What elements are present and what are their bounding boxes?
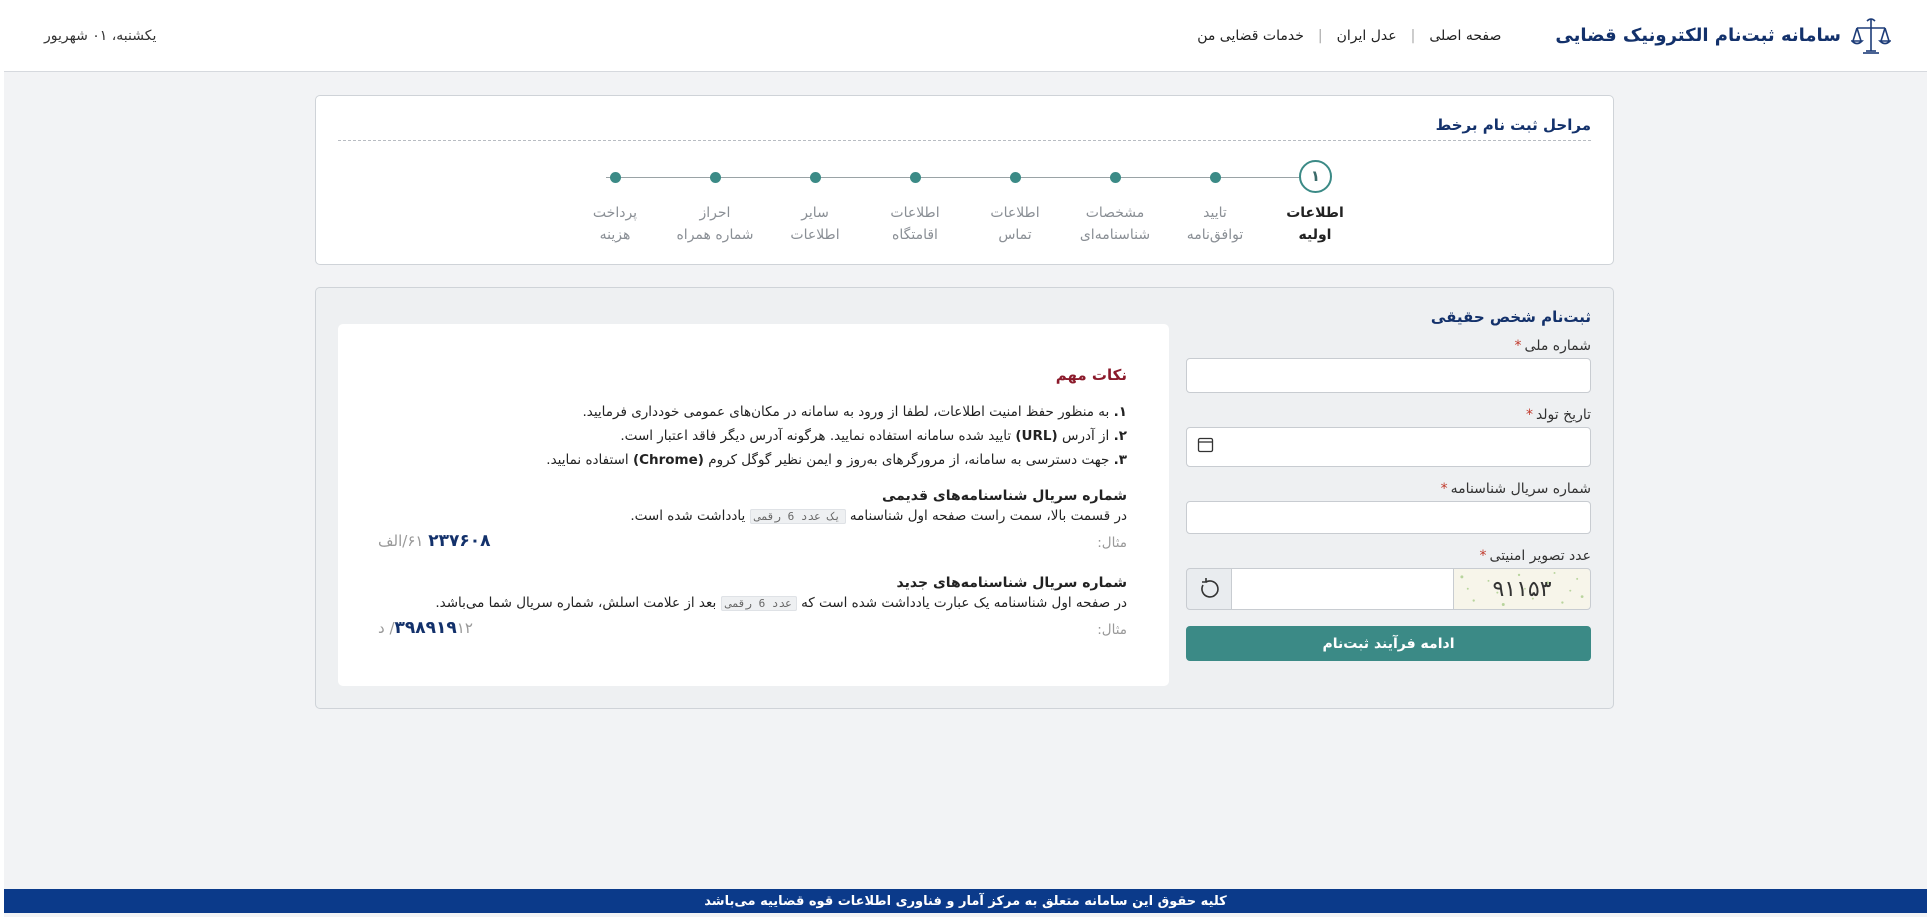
new-serial-example-value: ۳۹۸۹۱۹۱۲/ د [378, 618, 473, 638]
notes-list: ۱. به منظور حفظ امنیت اطلاعات، لطفا از و… [546, 400, 1127, 472]
national-id-input[interactable] [1186, 358, 1591, 393]
nav-adl-iran[interactable]: عدل ایران [1323, 28, 1411, 44]
national-id-label: شماره ملی* [1514, 338, 1591, 354]
captcha-input[interactable] [1232, 568, 1453, 610]
note-item: ۲. از آدرس (URL) تایید شده سامانه استفاد… [620, 428, 1127, 444]
captcha-row: ۹۱۱۵۳ [1186, 568, 1591, 610]
nav-my-services[interactable]: خدمات قضایی من [1183, 28, 1318, 44]
step-label: اطلاعات اقامتگاه [890, 205, 940, 243]
birth-date-field-group: تاریخ تولد* [1186, 407, 1591, 467]
new-serial-description: در صفحه اول شناسنامه یک عبارت یادداشت شد… [435, 595, 1127, 611]
step-label: تایید توافق‌نامه [1186, 205, 1244, 243]
old-serial-description: در قسمت بالا، سمت راست صفحه اول شناسنامه… [630, 508, 1127, 524]
step-label: اطلاعات تماس [990, 205, 1040, 243]
form-title: ثبت‌نام شخص حقیقی [1430, 308, 1591, 326]
old-serial-example-value: ۲۳۷۶۰۸ ۶۱/الف [378, 531, 491, 551]
nav-separator: | [1410, 27, 1416, 44]
nav-home[interactable]: صفحه اصلی [1415, 28, 1515, 44]
step-dot [610, 172, 621, 183]
captcha-text: ۹۱۱۵۳ [1492, 576, 1552, 602]
serial-field-group: شماره سریال شناسنامه* [1186, 481, 1591, 534]
current-date: یکشنبه، ۰۱ شهریور [44, 27, 157, 44]
note-item: ۱. به منظور حفظ امنیت اطلاعات، لطفا از و… [582, 404, 1127, 420]
main-nav: صفحه اصلی | عدل ایران | خدمات قضایی من [1183, 28, 1515, 44]
step-label: احراز شماره همراه [676, 205, 754, 243]
step-number-badge: ۱ [1299, 160, 1332, 193]
step-label: پرداخت هزینه [592, 205, 638, 243]
registration-steps-panel: مراحل ثبت نام برخط ۱ اطلاعات اولیه تایید ت… [315, 95, 1614, 265]
nav-separator: | [1317, 27, 1323, 44]
serial-input[interactable] [1186, 501, 1591, 534]
old-serial-title: شماره سریال شناسنامه‌های قدیمی [882, 488, 1127, 504]
captcha-field-group: عدد تصویر امنیتی* ۹۱۱۵۳ [1186, 548, 1591, 610]
captcha-image: ۹۱۱۵۳ [1453, 568, 1591, 610]
step-dot [1010, 172, 1021, 183]
continue-registration-button[interactable]: ادامه فرآیند ثبت‌نام [1186, 626, 1591, 661]
old-serial-example-label: مثال: [1097, 535, 1127, 551]
steps-divider [338, 140, 1591, 141]
registration-form-panel: ثبت‌نام شخص حقیقی شماره ملی* تاریخ تولد*… [315, 287, 1614, 709]
birth-date-label: تاریخ تولد* [1525, 407, 1591, 423]
important-notes-card: نکات مهم ۱. به منظور حفظ امنیت اطلاعات، … [338, 324, 1169, 686]
step-dot [1210, 172, 1221, 183]
captcha-refresh-button[interactable] [1186, 568, 1232, 610]
scales-of-justice-icon [1851, 17, 1891, 54]
refresh-icon [1201, 578, 1219, 598]
brand[interactable]: سامانه ثبت‌نام الکترونیک قضایی [1555, 15, 1891, 57]
step-label: اطلاعات اولیه [1286, 205, 1344, 243]
step-label: مشخصات شناسنامه‌ای [1079, 205, 1151, 243]
birth-date-input[interactable] [1186, 427, 1591, 467]
new-serial-title: شماره سریال شناسنامه‌های جدید [896, 575, 1127, 591]
note-item: ۳. جهت دسترسی به سامانه، از مرورگرهای به… [546, 452, 1127, 468]
new-serial-example-label: مثال: [1097, 622, 1127, 638]
app-title: سامانه ثبت‌نام الکترونیک قضایی [1555, 25, 1841, 46]
step-dot [710, 172, 721, 183]
serial-label: شماره سریال شناسنامه* [1440, 481, 1591, 497]
national-id-field-group: شماره ملی* [1186, 338, 1591, 393]
step-dot [910, 172, 921, 183]
step-dot [810, 172, 821, 183]
captcha-label: عدد تصویر امنیتی* [1479, 548, 1591, 564]
notes-title: نکات مهم [1055, 366, 1127, 384]
calendar-icon[interactable] [1197, 436, 1214, 453]
footer-copyright: کلیه حقوق این سامانه متعلق به مرکز آمار … [4, 889, 1927, 913]
page-frame: سامانه ثبت‌نام الکترونیک قضایی صفحه اصلی… [4, 0, 1927, 917]
step-label: سایر اطلاعات [790, 205, 840, 243]
steps-title: مراحل ثبت نام برخط [1435, 116, 1591, 134]
step-dot [1110, 172, 1121, 183]
top-header: سامانه ثبت‌نام الکترونیک قضایی صفحه اصلی… [4, 0, 1927, 72]
